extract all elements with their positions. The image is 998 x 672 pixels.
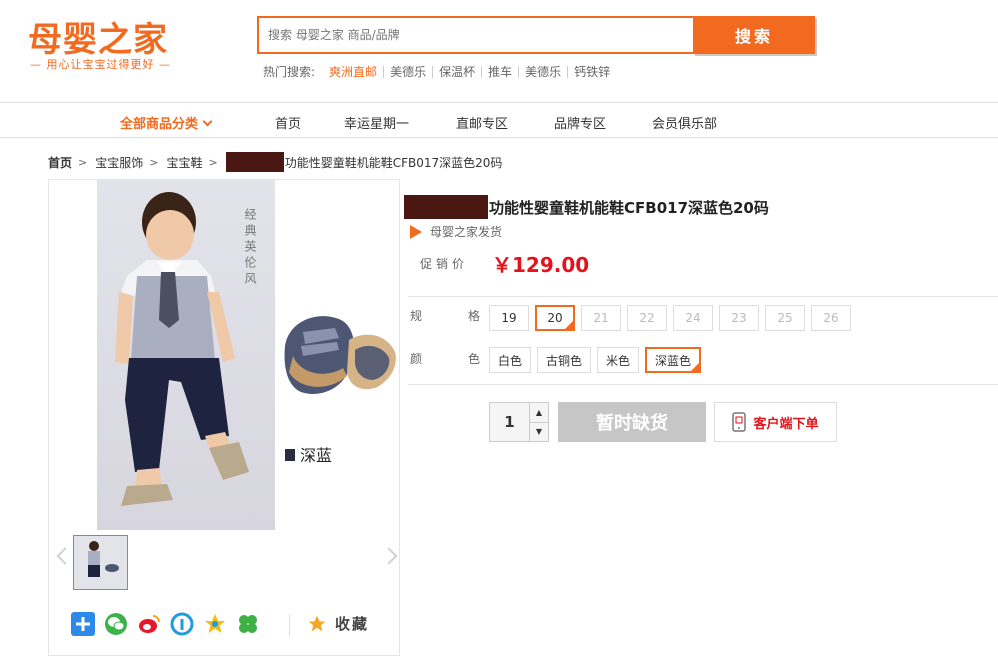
product-price: ￥129.00	[492, 253, 590, 277]
size-option[interactable]: 22	[627, 305, 667, 331]
quantity-stepper: ▲ ▼	[489, 402, 549, 442]
search-button[interactable]: 搜索	[693, 16, 815, 54]
nav-divider	[0, 137, 998, 138]
increment-icon[interactable]: ▲	[530, 403, 548, 423]
color-options: 白色 古铜色 米色 深蓝色	[489, 347, 702, 373]
hot-search-label: 热门搜索:	[263, 65, 316, 79]
nav-item-member-club[interactable]: 会员俱乐部	[652, 113, 717, 132]
color-option-selected[interactable]: 深蓝色	[645, 347, 702, 373]
size-options: 19 20 21 22 24 23 25 26	[489, 305, 851, 331]
share-bar	[71, 612, 260, 636]
breadcrumb-baby-apparel[interactable]: 宝宝服饰	[95, 154, 143, 171]
product-title-text: 功能性婴童鞋机能鞋CFB017深蓝色20码	[489, 198, 769, 217]
gallery-thumbnail[interactable]	[73, 535, 128, 590]
wechat-icon[interactable]	[104, 612, 128, 636]
shipping-text: 母婴之家发货	[430, 225, 503, 239]
chevron-right-icon: >	[208, 155, 218, 169]
qzone-icon[interactable]	[170, 612, 194, 636]
color-swatch	[285, 449, 295, 461]
divider	[408, 384, 998, 385]
phone-icon	[732, 412, 747, 432]
breadcrumb: 首页 > 宝宝服饰 > 宝宝鞋 > 功能性婴童鞋机能鞋CFB017深蓝色20码	[48, 152, 502, 172]
divider	[408, 296, 998, 297]
clover-icon[interactable]	[236, 612, 260, 636]
share-divider	[289, 614, 290, 636]
product-gallery: 经典英伦风 深蓝 收藏	[48, 179, 400, 656]
out-of-stock-button[interactable]: 暂时缺货	[558, 402, 706, 442]
chevron-right-icon: >	[78, 155, 88, 169]
product-info: 功能性婴童鞋机能鞋CFB017深蓝色20码 母婴之家发货 促销价 ￥129.00…	[400, 179, 998, 656]
product-main-image[interactable]: 经典英伦风	[97, 180, 275, 530]
hot-search-link[interactable]: 美德乐	[383, 65, 432, 78]
nav-item-brands[interactable]: 品牌专区	[554, 113, 606, 132]
all-categories-menu[interactable]: 全部商品分类	[120, 113, 213, 132]
share-more-icon[interactable]	[71, 612, 95, 636]
all-categories-label: 全部商品分类	[120, 117, 199, 132]
breadcrumb-home[interactable]: 首页	[48, 154, 72, 171]
thumbnail-image	[74, 536, 127, 589]
breadcrumb-current: 功能性婴童鞋机能鞋CFB017深蓝色20码	[284, 155, 503, 170]
price-label: 促销价	[420, 257, 469, 271]
size-option[interactable]: 25	[765, 305, 805, 331]
size-option[interactable]: 19	[489, 305, 529, 331]
color-option[interactable]: 古铜色	[537, 347, 592, 373]
weibo-icon[interactable]	[137, 612, 161, 636]
main-nav: 全部商品分类 首页 幸运星期一 直邮专区 品牌专区 会员俱乐部	[0, 103, 998, 137]
hot-search-link[interactable]: 美德乐	[518, 65, 567, 78]
client-order-button[interactable]: 客户端下单	[714, 402, 837, 442]
nav-item-direct-mail[interactable]: 直邮专区	[456, 113, 508, 132]
decrement-icon[interactable]: ▼	[530, 423, 548, 442]
hot-searches: 热门搜索: 爽洲直邮 美德乐 保温杯 推车 美德乐 钙铁锌	[263, 63, 616, 80]
gallery-prev-arrow-icon[interactable]	[56, 547, 74, 565]
nav-item-lucky-monday[interactable]: 幸运星期一	[344, 113, 409, 132]
image-caption: 经典英伦风	[243, 208, 257, 288]
search-box	[257, 16, 693, 54]
color-option[interactable]: 白色	[489, 347, 532, 373]
site-slogan: — 用心让宝宝过得更好 —	[30, 58, 171, 71]
shipping-info: 母婴之家发货	[410, 223, 502, 240]
shoe-illustration	[284, 316, 396, 394]
favorite-button[interactable]: 收藏	[307, 613, 369, 634]
favorite-label: 收藏	[335, 615, 370, 633]
redacted-brand	[225, 152, 284, 172]
shoe-color-text: 深蓝	[300, 446, 333, 465]
shoe-image	[279, 306, 399, 406]
size-option[interactable]: 24	[673, 305, 713, 331]
star-share-icon[interactable]	[203, 612, 227, 636]
redacted-brand	[404, 195, 488, 219]
gallery-next-arrow-icon[interactable]	[380, 547, 398, 565]
site-logo[interactable]: 母婴之家	[28, 12, 168, 61]
star-icon	[308, 615, 326, 631]
play-arrow-icon	[410, 224, 422, 239]
chevron-right-icon: >	[149, 155, 159, 169]
color-option[interactable]: 米色	[597, 347, 640, 373]
hot-search-link[interactable]: 钙铁锌	[567, 65, 616, 78]
size-option[interactable]: 23	[719, 305, 759, 331]
breadcrumb-baby-shoes[interactable]: 宝宝鞋	[166, 154, 202, 171]
size-option[interactable]: 26	[811, 305, 851, 331]
size-option[interactable]: 21	[581, 305, 621, 331]
hot-search-link[interactable]: 爽洲直邮	[329, 66, 383, 78]
nav-item-home[interactable]: 首页	[275, 113, 301, 132]
quantity-input[interactable]	[490, 403, 530, 441]
size-option-selected[interactable]: 20	[535, 305, 575, 331]
hot-search-link[interactable]: 保温杯	[432, 65, 481, 78]
search-input[interactable]	[259, 18, 693, 52]
client-order-label: 客户端下单	[753, 416, 819, 432]
shoe-color-label: 深蓝	[285, 442, 332, 466]
product-title: 功能性婴童鞋机能鞋CFB017深蓝色20码	[404, 195, 769, 219]
hot-search-link[interactable]: 推车	[481, 65, 518, 78]
chevron-down-icon	[202, 116, 213, 127]
